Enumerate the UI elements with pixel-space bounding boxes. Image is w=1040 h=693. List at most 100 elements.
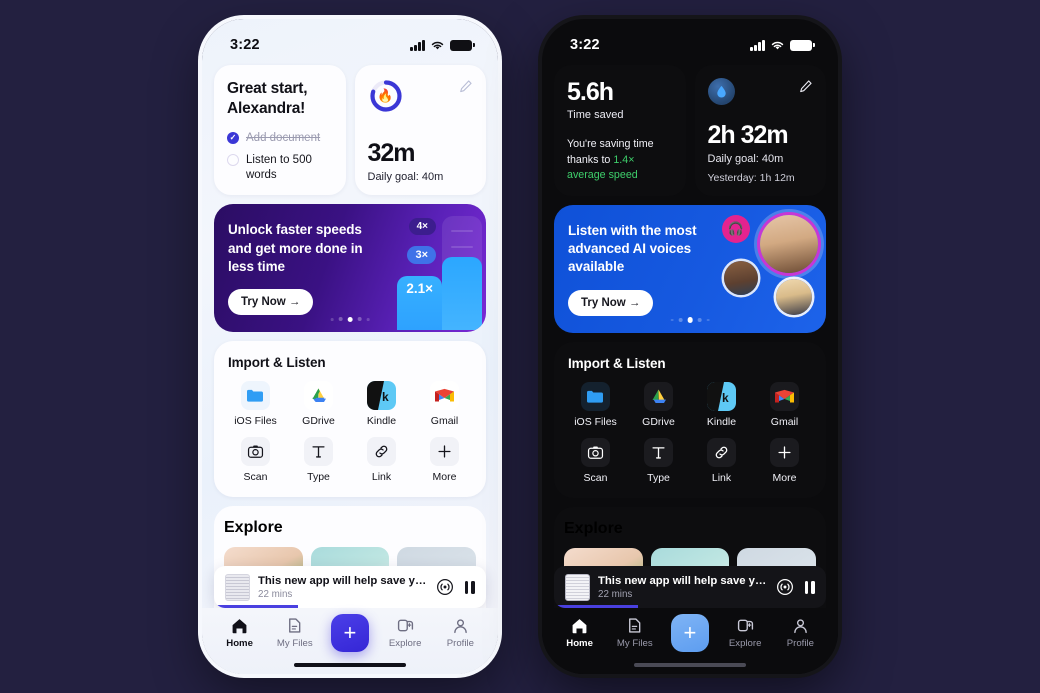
import-item-ios-files[interactable]: iOS Files — [224, 381, 287, 427]
import-label: Kindle — [366, 415, 397, 428]
nav-item-home[interactable]: Home — [555, 616, 605, 649]
nav-item-explore[interactable]: Explore — [720, 616, 770, 649]
import-item-type[interactable]: Type — [627, 437, 690, 484]
import-item-more[interactable]: More — [413, 437, 476, 483]
speed-chip-3x: 3× — [407, 246, 436, 265]
pencil-icon[interactable] — [458, 79, 473, 94]
import-item-gdrive[interactable]: GDrive — [627, 381, 690, 428]
wifi-icon — [771, 41, 784, 49]
import-label: iOS Files — [574, 415, 617, 428]
phone-showcase: 3:22 Great start, Alexandra! ✓ Add docum… — [0, 0, 1040, 693]
todo-item-add-document[interactable]: Add document — [227, 131, 333, 146]
try-now-button[interactable]: Try Now → — [228, 289, 314, 316]
time-saved-value: 5.6h — [567, 78, 614, 106]
mini-player[interactable]: This new app will help save yo... 22 min… — [214, 566, 486, 608]
import-grid: iOS Files GDrive k Kindle Gmail Scan Typ… — [564, 381, 816, 484]
airplay-icon[interactable] — [436, 578, 454, 596]
nav-label: My Files — [616, 638, 653, 649]
nav-item-home[interactable]: Home — [215, 616, 265, 649]
nav-item-add[interactable]: + — [325, 614, 375, 652]
greeting-title: Great start, Alexandra! — [227, 80, 308, 117]
carousel-dots[interactable] — [670, 317, 710, 323]
status-time: 3:22 — [230, 37, 260, 53]
speed-illustration: 4× 3× 2.1× — [390, 204, 486, 332]
nav-item-profile[interactable]: Profile — [435, 616, 485, 649]
speed-chip-2-1x: 2.1× — [397, 276, 442, 331]
text-type-icon — [304, 437, 333, 467]
daily-stats-card[interactable]: 🔥 32m Daily goal: 40m — [354, 65, 486, 196]
nav-item-my-files[interactable]: My Files — [270, 616, 320, 649]
nav-item-add[interactable]: + — [665, 614, 715, 652]
top-cards-row: 5.6h Time saved You're saving time thank… — [554, 65, 826, 196]
nav-item-explore[interactable]: Explore — [380, 616, 430, 649]
promo-banner-speeds[interactable]: Unlock faster speeds and get more done i… — [214, 204, 486, 333]
cellular-bars-icon — [750, 39, 765, 51]
pencil-icon[interactable] — [798, 79, 813, 94]
time-saved-note: You're saving time thanks to 1.4× averag… — [567, 137, 673, 184]
nav-item-profile[interactable]: Profile — [775, 616, 825, 649]
nav-label: Explore — [728, 638, 762, 649]
mini-player[interactable]: This new app will help save yo... 22 min… — [554, 566, 826, 608]
import-item-kindle[interactable]: k Kindle — [690, 381, 753, 428]
speed-slider-track — [442, 216, 482, 331]
google-drive-icon — [644, 381, 673, 411]
battery-icon — [450, 39, 475, 51]
try-now-button[interactable]: Try Now → — [568, 289, 654, 316]
nav-item-my-files[interactable]: My Files — [610, 616, 660, 649]
ios-files-icon — [241, 381, 270, 411]
progress-ring: 🔥 — [368, 78, 404, 114]
import-item-more[interactable]: More — [753, 437, 816, 484]
todo-item-listen[interactable]: Listen to 500 words — [227, 153, 333, 183]
player-duration: 22 mins — [258, 588, 293, 600]
import-item-scan[interactable]: Scan — [224, 437, 287, 483]
pause-icon[interactable] — [804, 580, 815, 594]
nav-label: Home — [566, 638, 593, 649]
import-label: Scan — [243, 471, 268, 484]
import-label: Type — [647, 471, 670, 484]
import-item-kindle[interactable]: k Kindle — [350, 381, 413, 427]
player-thumbnail — [225, 573, 250, 601]
promo-headline: Listen with the most advanced AI voices … — [568, 222, 697, 275]
daily-goal-label: Daily goal: 40m — [707, 152, 784, 165]
import-label: Gmail — [770, 415, 799, 428]
daily-minutes-value: 2h 32m — [707, 120, 789, 149]
voices-illustration: 🎧 — [722, 213, 822, 325]
plus-fab-icon[interactable]: + — [670, 614, 709, 652]
import-item-gdrive[interactable]: GDrive — [287, 381, 350, 427]
person-icon — [794, 619, 807, 634]
note-prefix: You're saving time thanks to — [567, 138, 654, 166]
nav-label: My Files — [276, 638, 313, 649]
import-item-gmail[interactable]: Gmail — [413, 381, 476, 427]
phone-dark: 3:22 5.6h Time saved You're saving time … — [542, 19, 838, 674]
airplay-icon[interactable] — [776, 578, 794, 596]
import-label: iOS Files — [234, 415, 277, 428]
carousel-dots[interactable] — [330, 316, 370, 323]
import-label: Link — [711, 471, 732, 484]
nav-label: Home — [226, 638, 253, 649]
player-thumbnail — [565, 573, 590, 601]
gmail-icon — [770, 381, 799, 411]
import-listen-panel: Import & Listen iOS Files GDrive k Kindl… — [214, 341, 486, 498]
circle-empty-icon — [227, 154, 239, 167]
time-saved-card: 5.6h Time saved You're saving time thank… — [554, 65, 686, 196]
google-drive-icon — [304, 381, 333, 411]
avatar — [776, 278, 812, 315]
import-item-ios-files[interactable]: iOS Files — [564, 381, 627, 428]
import-item-link[interactable]: Link — [350, 437, 413, 483]
plus-fab-icon[interactable]: + — [330, 614, 369, 652]
todo-label: Add document — [246, 132, 321, 145]
import-grid: iOS Files GDrive k Kindle Gmail Scan Typ… — [224, 381, 476, 483]
daily-stats-card[interactable]: 2h 32m Daily goal: 40m Yesterday: 1h 12m — [694, 65, 826, 196]
import-item-link[interactable]: Link — [690, 437, 753, 484]
import-item-gmail[interactable]: Gmail — [753, 381, 816, 428]
check-filled-icon — [227, 132, 239, 145]
link-icon — [367, 437, 396, 467]
phone-light: 3:22 Great start, Alexandra! ✓ Add docum… — [202, 19, 498, 674]
pause-icon[interactable] — [464, 580, 475, 594]
todo-list: Add document Listen to 500 words — [227, 131, 333, 183]
todo-label: Listen to 500 words — [246, 154, 312, 182]
promo-banner-voices[interactable]: Listen with the most advanced AI voices … — [554, 204, 826, 333]
import-item-scan[interactable]: Scan — [564, 437, 627, 484]
import-item-type[interactable]: Type — [287, 437, 350, 483]
import-title: Import & Listen — [228, 355, 326, 371]
